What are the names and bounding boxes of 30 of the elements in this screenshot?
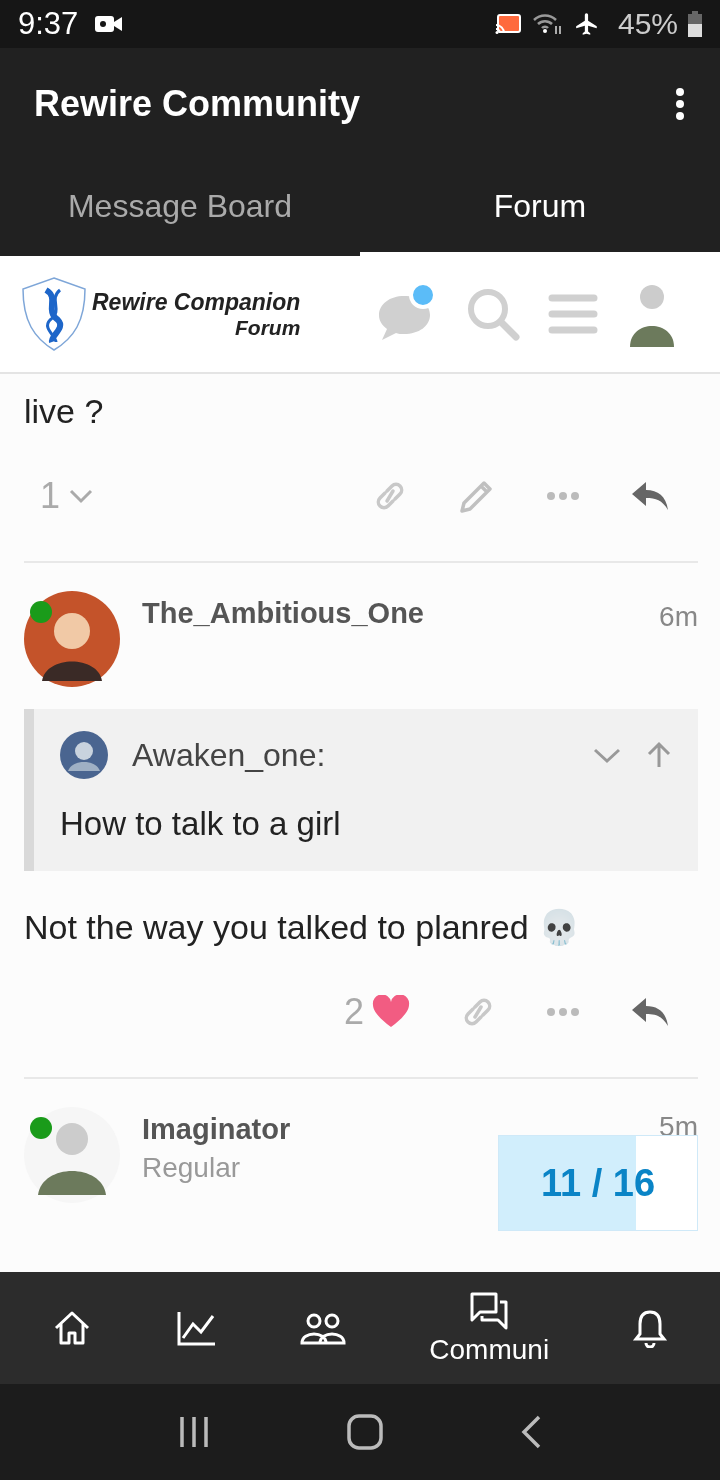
video-camera-icon: [94, 13, 125, 35]
user-title: Regular: [142, 1152, 242, 1184]
quote-author: Awaken_one:: [132, 736, 326, 774]
airplane-icon: [573, 11, 600, 37]
reply-icon[interactable]: [630, 480, 670, 512]
username[interactable]: The_Ambitious_One: [142, 597, 424, 630]
bell-icon: [632, 1308, 669, 1348]
wifi-icon: [531, 12, 564, 36]
home-button-icon[interactable]: [346, 1413, 384, 1451]
post-body: Not the way you talked to planred 💀: [24, 907, 582, 947]
post-body: live ?: [24, 392, 105, 431]
username[interactable]: Imaginator: [142, 1113, 291, 1146]
people-icon: [300, 1311, 347, 1345]
post-time: 6m: [659, 601, 698, 633]
battery-icon: [688, 11, 702, 37]
chat-icon: [468, 1290, 511, 1330]
clock: 9:37: [18, 6, 79, 42]
nav-item[interactable]: Communi: [425, 1286, 554, 1370]
reply-icon[interactable]: [630, 996, 670, 1028]
logo-subtitle: Forum: [235, 315, 301, 340]
cast-icon: [493, 13, 522, 35]
progress-label: 11 / 16: [540, 1161, 656, 1205]
app-title: Rewire Community: [34, 83, 362, 125]
logo-title: Rewire Companion: [92, 288, 301, 316]
user-avatar[interactable]: [24, 591, 120, 687]
tab[interactable]: Message Board: [0, 160, 360, 256]
quote-text: How to talk to a girl: [60, 805, 342, 843]
more-options-icon[interactable]: [674, 87, 686, 121]
dna-shield-logo-icon: [20, 276, 88, 352]
battery-level: 45%: [617, 7, 678, 41]
